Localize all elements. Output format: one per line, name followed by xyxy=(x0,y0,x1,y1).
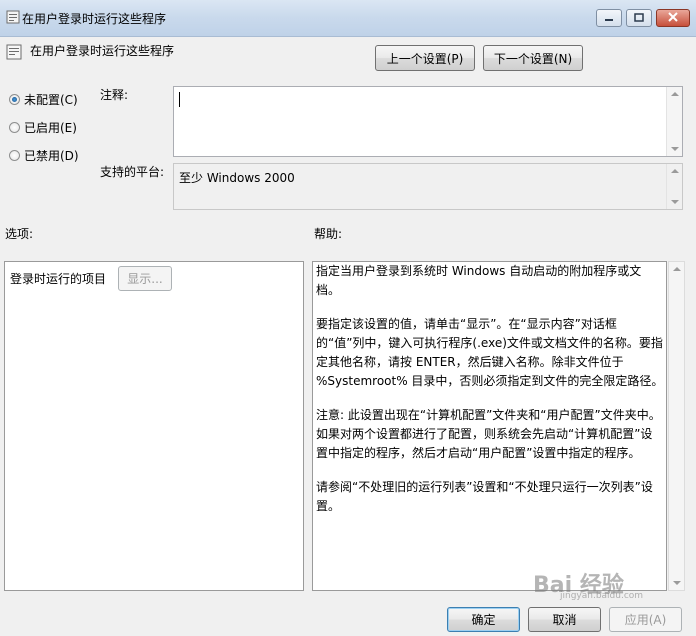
radio-not-configured[interactable]: 未配置(C) xyxy=(9,91,78,108)
apply-button[interactable]: 应用(A) xyxy=(609,607,682,632)
help-scrollbar[interactable] xyxy=(668,261,685,591)
platform-value: 至少 Windows 2000 xyxy=(179,171,295,185)
scroll-up-icon[interactable] xyxy=(671,169,679,173)
next-setting-button[interactable]: 下一个设置(N) xyxy=(483,45,583,71)
help-panel: 指定当用户登录到系统时 Windows 自动启动的附加程序或文档。 要指定该设置… xyxy=(312,261,667,591)
close-icon xyxy=(668,11,678,25)
text-caret xyxy=(179,92,180,107)
scroll-down-icon[interactable] xyxy=(671,200,679,204)
comment-label: 注释: xyxy=(100,88,129,102)
ok-button[interactable]: 确定 xyxy=(447,607,520,632)
setting-name: 在用户登录时运行这些程序 xyxy=(30,44,175,58)
maximize-icon xyxy=(634,11,644,25)
radio-disabled[interactable]: 已禁用(D) xyxy=(9,147,79,164)
cancel-button[interactable]: 取消 xyxy=(528,607,601,632)
platform-field: 至少 Windows 2000 xyxy=(173,163,683,210)
title-bar[interactable]: 在用户登录时运行这些程序 xyxy=(0,0,696,37)
radio-indicator xyxy=(9,94,20,105)
help-text: 指定当用户登录到系统时 Windows 自动启动的附加程序或文档。 要指定该设置… xyxy=(316,262,664,531)
scroll-up-icon[interactable] xyxy=(673,267,681,271)
policy-icon xyxy=(6,10,20,24)
scroll-down-icon[interactable] xyxy=(673,581,681,585)
comment-scrollbar[interactable] xyxy=(666,87,682,156)
radio-label: 未配置(C) xyxy=(24,93,78,107)
comment-textarea[interactable] xyxy=(173,86,683,157)
run-items-label: 登录时运行的项目 xyxy=(10,272,107,286)
show-button[interactable]: 显示... xyxy=(118,266,172,291)
radio-indicator xyxy=(9,122,20,133)
watermark-url: jingyan.baidu.com xyxy=(560,591,644,601)
help-paragraph: 注意: 此设置出现在“计算机配置”文件夹和“用户配置”文件夹中。如果对两个设置都… xyxy=(316,408,661,460)
radio-label: 已启用(E) xyxy=(24,121,77,135)
radio-label: 已禁用(D) xyxy=(24,149,79,163)
options-panel: 登录时运行的项目 显示... xyxy=(4,261,304,591)
minimize-icon xyxy=(604,11,614,25)
maximize-button[interactable] xyxy=(626,9,652,27)
help-paragraph: 要指定该设置的值，请单击“显示”。在“显示内容”对话框的“值”列中，键入可执行程… xyxy=(316,317,664,388)
platform-scrollbar[interactable] xyxy=(666,164,682,209)
setting-icon xyxy=(6,44,22,63)
close-button[interactable] xyxy=(656,9,690,27)
platform-label: 支持的平台: xyxy=(100,165,165,179)
minimize-button[interactable] xyxy=(596,9,622,27)
help-heading: 帮助: xyxy=(314,227,343,241)
scroll-down-icon[interactable] xyxy=(671,147,679,151)
help-paragraph: 指定当用户登录到系统时 Windows 自动启动的附加程序或文档。 xyxy=(316,264,642,297)
window-title: 在用户登录时运行这些程序 xyxy=(22,12,167,26)
radio-indicator xyxy=(9,150,20,161)
scroll-up-icon[interactable] xyxy=(671,92,679,96)
options-heading: 选项: xyxy=(5,227,34,241)
prev-setting-button[interactable]: 上一个设置(P) xyxy=(375,45,475,71)
help-paragraph: 请参阅“不处理旧的运行列表”设置和“不处理只运行一次列表”设置。 xyxy=(316,480,653,513)
radio-enabled[interactable]: 已启用(E) xyxy=(9,119,77,136)
